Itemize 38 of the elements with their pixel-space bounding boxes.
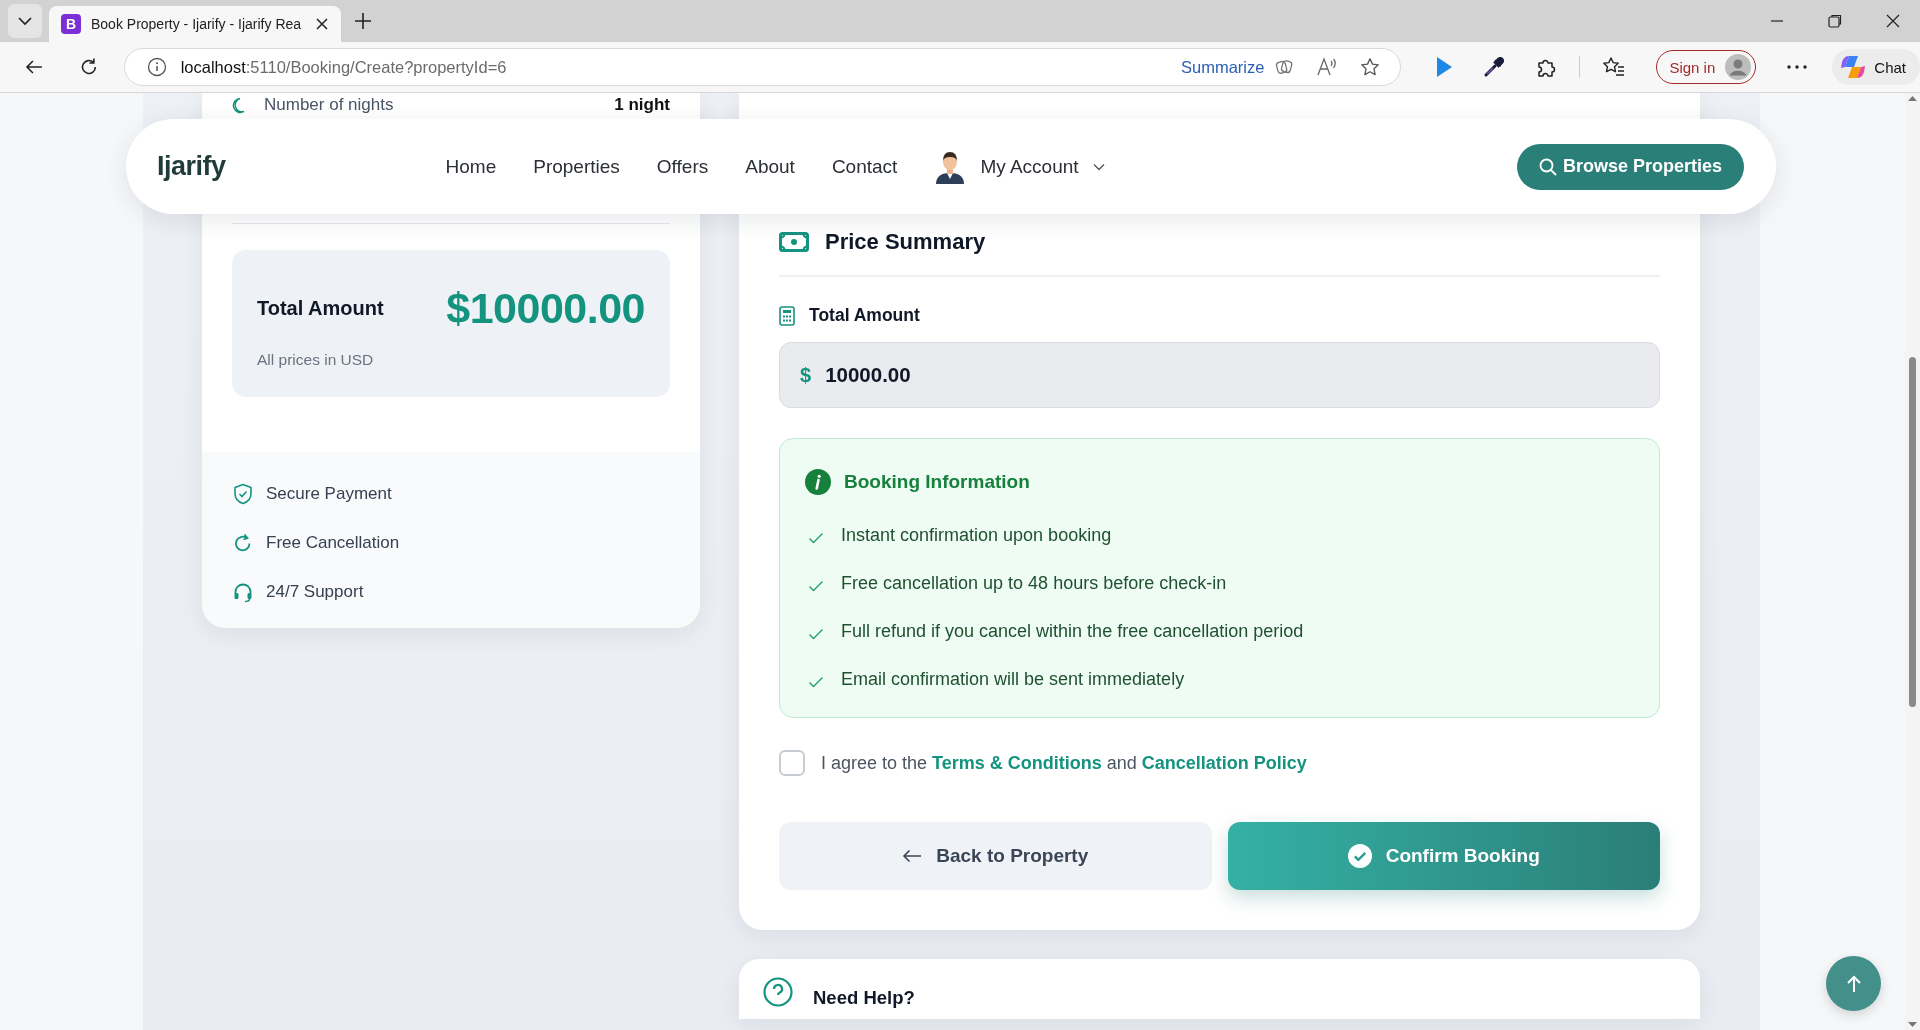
nav-link[interactable]: Contact — [831, 155, 898, 178]
info-item: Free cancellation up to 48 hours before check-in — [841, 572, 1227, 594]
nights-label: Number of nights — [264, 95, 394, 115]
agreement-text: I agree to the Terms & Conditions and Cancellation Policy — [821, 752, 1307, 774]
currency-note: All prices in USD — [257, 351, 375, 369]
nav-link[interactable]: Offers — [656, 155, 709, 178]
help-title: Need Help? — [813, 987, 915, 1009]
amount-value: 10000.00 — [825, 363, 911, 387]
feature-label: Secure Payment — [266, 484, 392, 504]
currency-sign: $ — [800, 363, 812, 387]
confirm-button[interactable]: Confirm Booking — [1227, 822, 1660, 890]
policy-link[interactable]: Cancellation Policy — [1141, 752, 1307, 773]
field-label: Total Amount — [809, 305, 920, 326]
tab-title: Book Property - Ijarify - Ijarify Rea — [91, 16, 303, 32]
info-item: Email confirmation will be sent immediately — [841, 668, 1185, 690]
feature-label: 24/7 Support — [266, 582, 364, 602]
url-text: localhost:5110/Booking/Create?propertyId=6 — [180, 57, 507, 77]
section-title: Price Summary — [825, 229, 986, 255]
nav-link[interactable]: Home — [445, 155, 497, 178]
logo[interactable]: Ijarify — [157, 151, 226, 182]
address-bar[interactable]: localhost:5110/Booking/Create?propertyId=6 Summarize — [123, 48, 1402, 86]
nav-link[interactable]: About — [745, 155, 795, 178]
feature-label: Free Cancellation — [266, 533, 400, 553]
browser-tab[interactable]: B Book Property - Ijarify - Ijarify Rea — [49, 6, 341, 42]
info-item: Full refund if you cancel within the free cancellation period — [841, 620, 1304, 642]
info-item: Instant confirmation upon booking — [841, 524, 1112, 546]
browse-properties-button[interactable]: Browse Properties — [1516, 143, 1744, 190]
nights-value: 1 night — [614, 95, 670, 115]
back-button[interactable]: Back to Property — [779, 822, 1212, 890]
terms-link[interactable]: Terms & Conditions — [932, 752, 1102, 773]
summarize-button[interactable]: Summarize — [1181, 57, 1265, 77]
total-label: Total Amount — [257, 297, 384, 320]
total-amount: $10000.00 — [446, 284, 645, 333]
info-title: Booking Information — [844, 471, 1030, 493]
account-menu[interactable]: My Account — [934, 149, 1105, 184]
nav-link[interactable]: Properties — [533, 155, 620, 178]
chat-button[interactable]: Chat — [1832, 49, 1920, 85]
favicon: B — [61, 14, 81, 34]
